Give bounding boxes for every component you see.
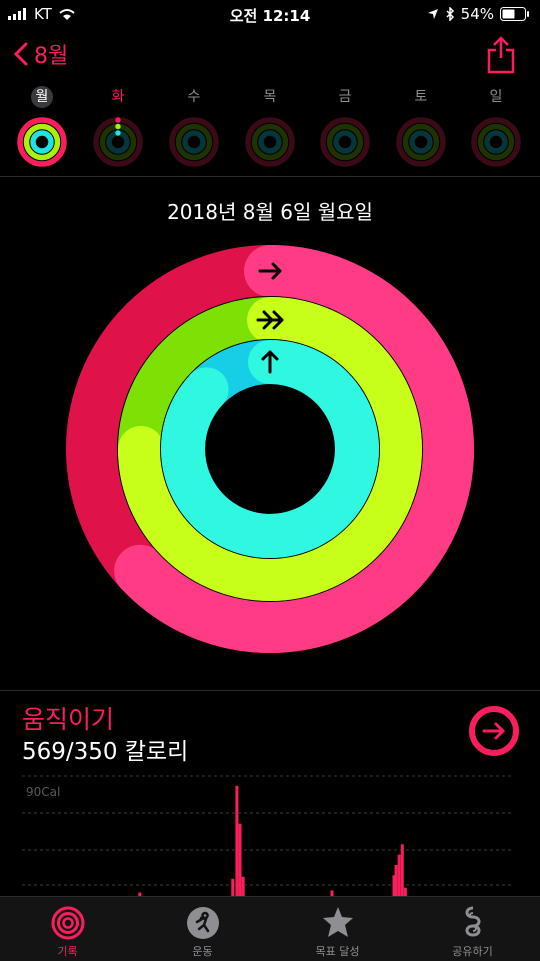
- rings-center: [206, 385, 334, 513]
- day-label: 금: [338, 89, 352, 105]
- day-label: 월: [31, 86, 53, 108]
- divider: [0, 176, 540, 177]
- bluetooth-icon: [446, 7, 454, 21]
- mini-rings-icon: [471, 117, 521, 167]
- battery-icon: [500, 7, 529, 21]
- share-icon[interactable]: [486, 36, 516, 74]
- day-0[interactable]: 월: [15, 86, 69, 169]
- tab-1[interactable]: 운동: [135, 897, 270, 961]
- chevron-left-icon: [14, 42, 28, 66]
- tab-3[interactable]: 공유하기: [405, 897, 540, 961]
- arrow-right-icon: [482, 722, 506, 740]
- chart-bar: [394, 865, 398, 896]
- day-5[interactable]: 토: [394, 86, 448, 169]
- date-title: 2018년 8월 6일 월요일: [167, 200, 373, 224]
- mini-rings-icon: [320, 117, 370, 167]
- move-value: 569/350 칼로리: [22, 739, 189, 765]
- tab-0[interactable]: 기록: [0, 897, 135, 961]
- activity-rings: [65, 244, 475, 654]
- chart-bar: [403, 887, 407, 896]
- star-badge-icon: [323, 907, 353, 937]
- move-chart: 90Cal: [22, 775, 514, 896]
- tab-bar: 기록 운동 목표 달성 공유하기: [0, 896, 540, 961]
- day-2[interactable]: 수: [167, 86, 221, 169]
- mini-rings-icon: [17, 117, 67, 167]
- chart-bar: [235, 785, 239, 896]
- location-icon: [427, 9, 438, 19]
- day-6[interactable]: 일: [469, 86, 523, 169]
- tab-2[interactable]: 목표 달성: [270, 897, 405, 961]
- day-3[interactable]: 목: [243, 86, 297, 169]
- mini-rings-icon: [93, 117, 143, 167]
- day-1[interactable]: 화: [91, 86, 145, 169]
- runner-icon: [187, 907, 219, 939]
- divider: [0, 690, 540, 691]
- day-label: 목: [263, 89, 277, 105]
- chart-bar: [397, 854, 401, 896]
- history-ring-icon: [51, 906, 85, 940]
- day-label: 수: [187, 89, 201, 105]
- move-title: 움직이기: [22, 705, 115, 734]
- tab-label: 운동: [192, 945, 213, 958]
- chart-gridline-label: 90Cal: [26, 785, 60, 799]
- day-label: 일: [489, 89, 503, 105]
- tab-label: 공유하기: [452, 945, 493, 958]
- move-detail-button[interactable]: [468, 705, 520, 757]
- mini-rings-icon: [396, 117, 446, 167]
- status-bar: KT 오전 12:14 54%: [0, 0, 540, 30]
- chart-bar: [241, 876, 245, 896]
- mini-rings-icon: [169, 117, 219, 167]
- chart-bar: [400, 844, 404, 896]
- day-label: 토: [414, 89, 428, 105]
- day-label: 화: [111, 89, 125, 105]
- mini-rings-icon: [245, 117, 295, 167]
- back-label: 8월: [34, 44, 69, 69]
- chart-bar: [231, 878, 235, 896]
- tab-label: 기록: [57, 945, 78, 958]
- back-button[interactable]: 8월: [14, 38, 68, 70]
- battery-percent: 54%: [460, 5, 494, 23]
- tab-label: 목표 달성: [315, 945, 360, 958]
- chart-bar: [238, 823, 242, 896]
- day-4[interactable]: 금: [318, 86, 372, 169]
- share-ring-icon: [465, 906, 481, 937]
